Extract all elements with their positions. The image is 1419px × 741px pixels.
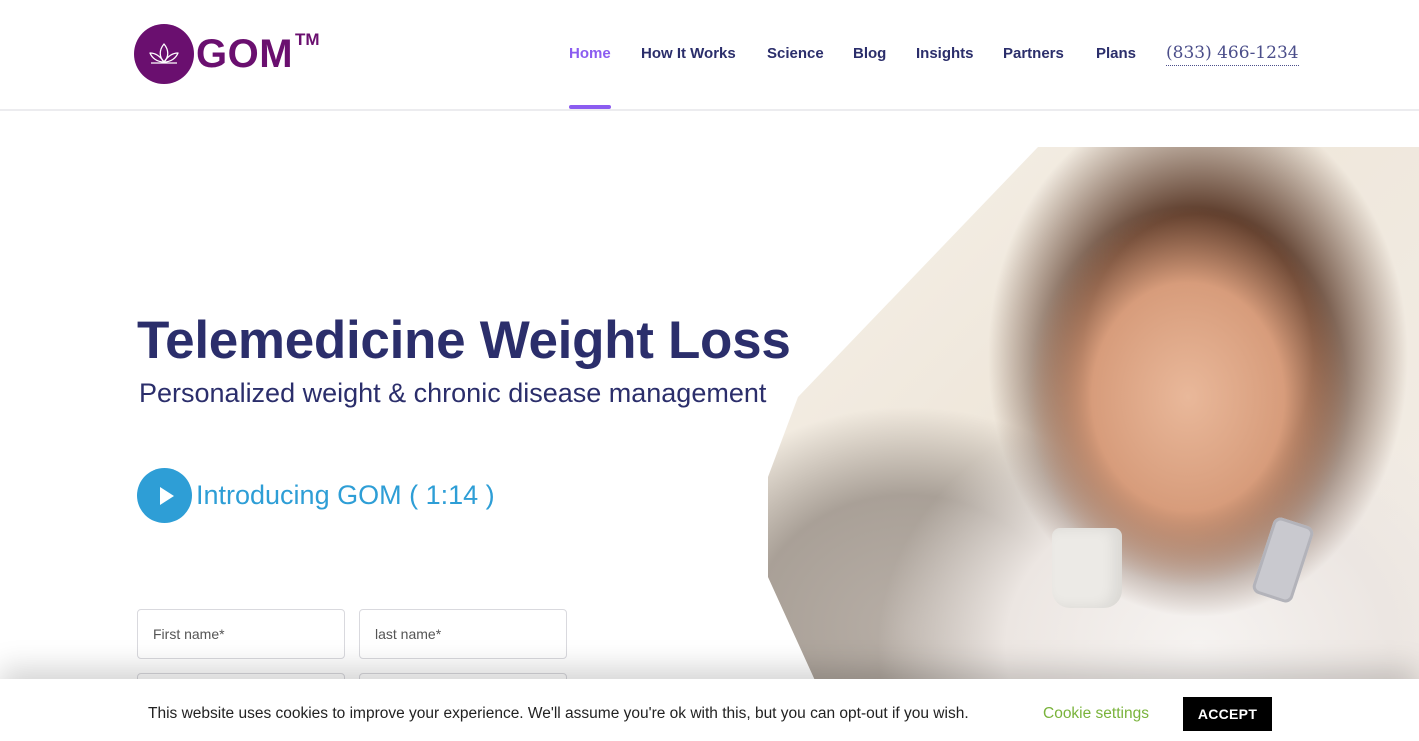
cookie-message: This website uses cookies to improve you… (148, 705, 969, 722)
phone-link[interactable]: (833) 466-1234 (1166, 43, 1299, 66)
logo-text: GOM (196, 32, 294, 76)
play-video-button[interactable] (137, 468, 192, 523)
nav-item-blog[interactable]: Blog (853, 44, 886, 64)
nav-item-how-it-works[interactable]: How It Works (641, 44, 736, 64)
accept-cookies-button[interactable]: ACCEPT (1183, 697, 1272, 731)
first-name-field[interactable] (137, 609, 345, 659)
page: GOM TM Home How It Works Science Blog In… (0, 0, 1419, 741)
site-header: GOM TM Home How It Works Science Blog In… (0, 0, 1419, 111)
cookie-settings-link[interactable]: Cookie settings (1043, 704, 1149, 724)
logo-trademark: TM (295, 30, 320, 49)
nav-active-indicator (569, 105, 611, 109)
lotus-icon (134, 24, 194, 84)
last-name-field[interactable] (359, 609, 567, 659)
hero-image-mug (1052, 528, 1122, 608)
nav-item-home[interactable]: Home (569, 44, 611, 64)
logo[interactable]: GOM TM (134, 24, 320, 84)
nav-item-science[interactable]: Science (767, 44, 824, 64)
cookie-consent-bar: This website uses cookies to improve you… (0, 679, 1419, 741)
play-icon (159, 486, 174, 505)
hero-subtitle: Personalized weight & chronic disease ma… (139, 378, 767, 408)
hero-image (768, 147, 1419, 741)
hero-title: Telemedicine Weight Loss (137, 311, 791, 370)
nav-item-partners[interactable]: Partners (1003, 44, 1064, 64)
video-link[interactable]: Introducing GOM ( 1:14 ) (196, 478, 495, 512)
nav-item-insights[interactable]: Insights (916, 44, 974, 64)
nav-item-plans[interactable]: Plans (1096, 44, 1136, 64)
